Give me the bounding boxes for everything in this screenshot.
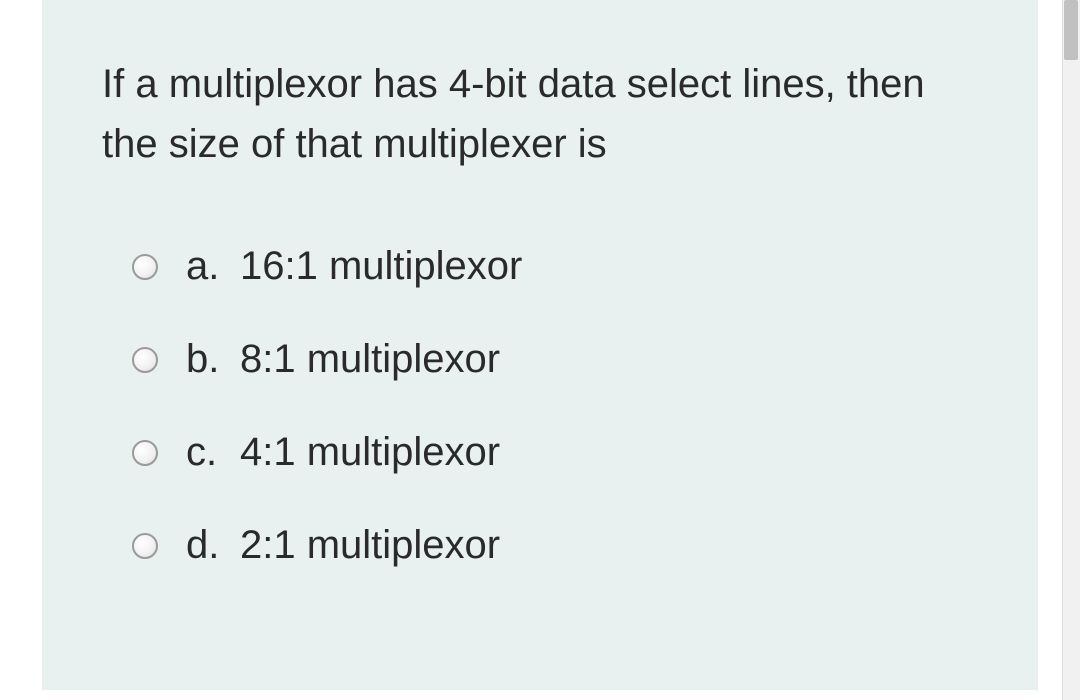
option-text: 8:1 multiplexor xyxy=(240,337,500,382)
radio-icon[interactable] xyxy=(132,254,158,280)
radio-icon[interactable] xyxy=(132,347,158,373)
radio-icon[interactable] xyxy=(132,533,158,559)
radio-icon[interactable] xyxy=(132,440,158,466)
option-d[interactable]: d. 2:1 multiplexor xyxy=(132,523,978,568)
option-a[interactable]: a. 16:1 multiplexor xyxy=(132,244,978,289)
option-letter: d. xyxy=(186,523,240,568)
scrollbar-thumb[interactable] xyxy=(1064,0,1078,60)
option-text: 4:1 multiplexor xyxy=(240,430,500,475)
option-text: 2:1 multiplexor xyxy=(240,523,500,568)
question-card: If a multiplexor has 4-bit data select l… xyxy=(42,0,1038,690)
scrollbar-track[interactable] xyxy=(1062,0,1080,700)
option-letter: a. xyxy=(186,244,240,289)
option-c[interactable]: c. 4:1 multiplexor xyxy=(132,430,978,475)
option-b[interactable]: b. 8:1 multiplexor xyxy=(132,337,978,382)
options-list: a. 16:1 multiplexor b. 8:1 multiplexor c… xyxy=(102,244,978,568)
question-text: If a multiplexor has 4-bit data select l… xyxy=(102,54,978,174)
option-letter: b. xyxy=(186,337,240,382)
option-letter: c. xyxy=(186,430,240,475)
option-text: 16:1 multiplexor xyxy=(240,244,522,289)
